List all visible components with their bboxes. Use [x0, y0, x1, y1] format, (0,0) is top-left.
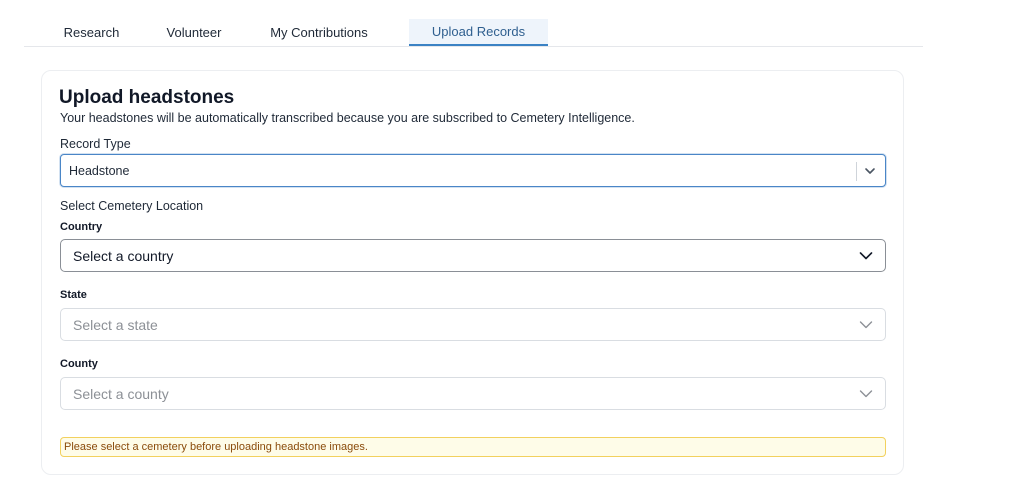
page-title: Upload headstones — [59, 87, 235, 108]
tab-research[interactable]: Research — [24, 19, 159, 46]
page: Research Volunteer My Contributions Uplo… — [0, 0, 1021, 490]
record-type-label: Record Type — [60, 137, 131, 151]
country-dropdown[interactable]: Select a country — [60, 239, 886, 272]
county-placeholder: Select a county — [73, 386, 169, 402]
tab-volunteer[interactable]: Volunteer — [159, 19, 229, 46]
cemetery-location-heading: Select Cemetery Location — [60, 199, 204, 213]
tab-bar: Research Volunteer My Contributions Uplo… — [24, 19, 923, 47]
tab-my-contributions[interactable]: My Contributions — [229, 19, 409, 46]
county-dropdown[interactable]: Select a county — [60, 377, 886, 410]
country-placeholder: Select a country — [73, 248, 174, 264]
chevron-down-icon[interactable] — [864, 165, 876, 177]
country-label: Country — [60, 221, 103, 233]
county-label: County — [60, 358, 98, 370]
state-placeholder: Select a state — [73, 317, 158, 333]
state-label: State — [60, 289, 87, 301]
subscription-notice: Your headstones will be automatically tr… — [60, 111, 635, 125]
record-type-value: Headstone — [69, 164, 130, 178]
tab-upload-records[interactable]: Upload Records — [409, 19, 548, 46]
record-type-select[interactable]: Headstone — [60, 154, 886, 187]
chevron-down-icon — [859, 390, 873, 398]
cemetery-warning: Please select a cemetery before uploadin… — [60, 437, 886, 457]
state-dropdown[interactable]: Select a state — [60, 308, 886, 341]
chevron-down-icon — [859, 252, 873, 260]
upload-card — [41, 70, 904, 475]
chevron-down-icon — [859, 321, 873, 329]
select-separator — [856, 162, 857, 181]
